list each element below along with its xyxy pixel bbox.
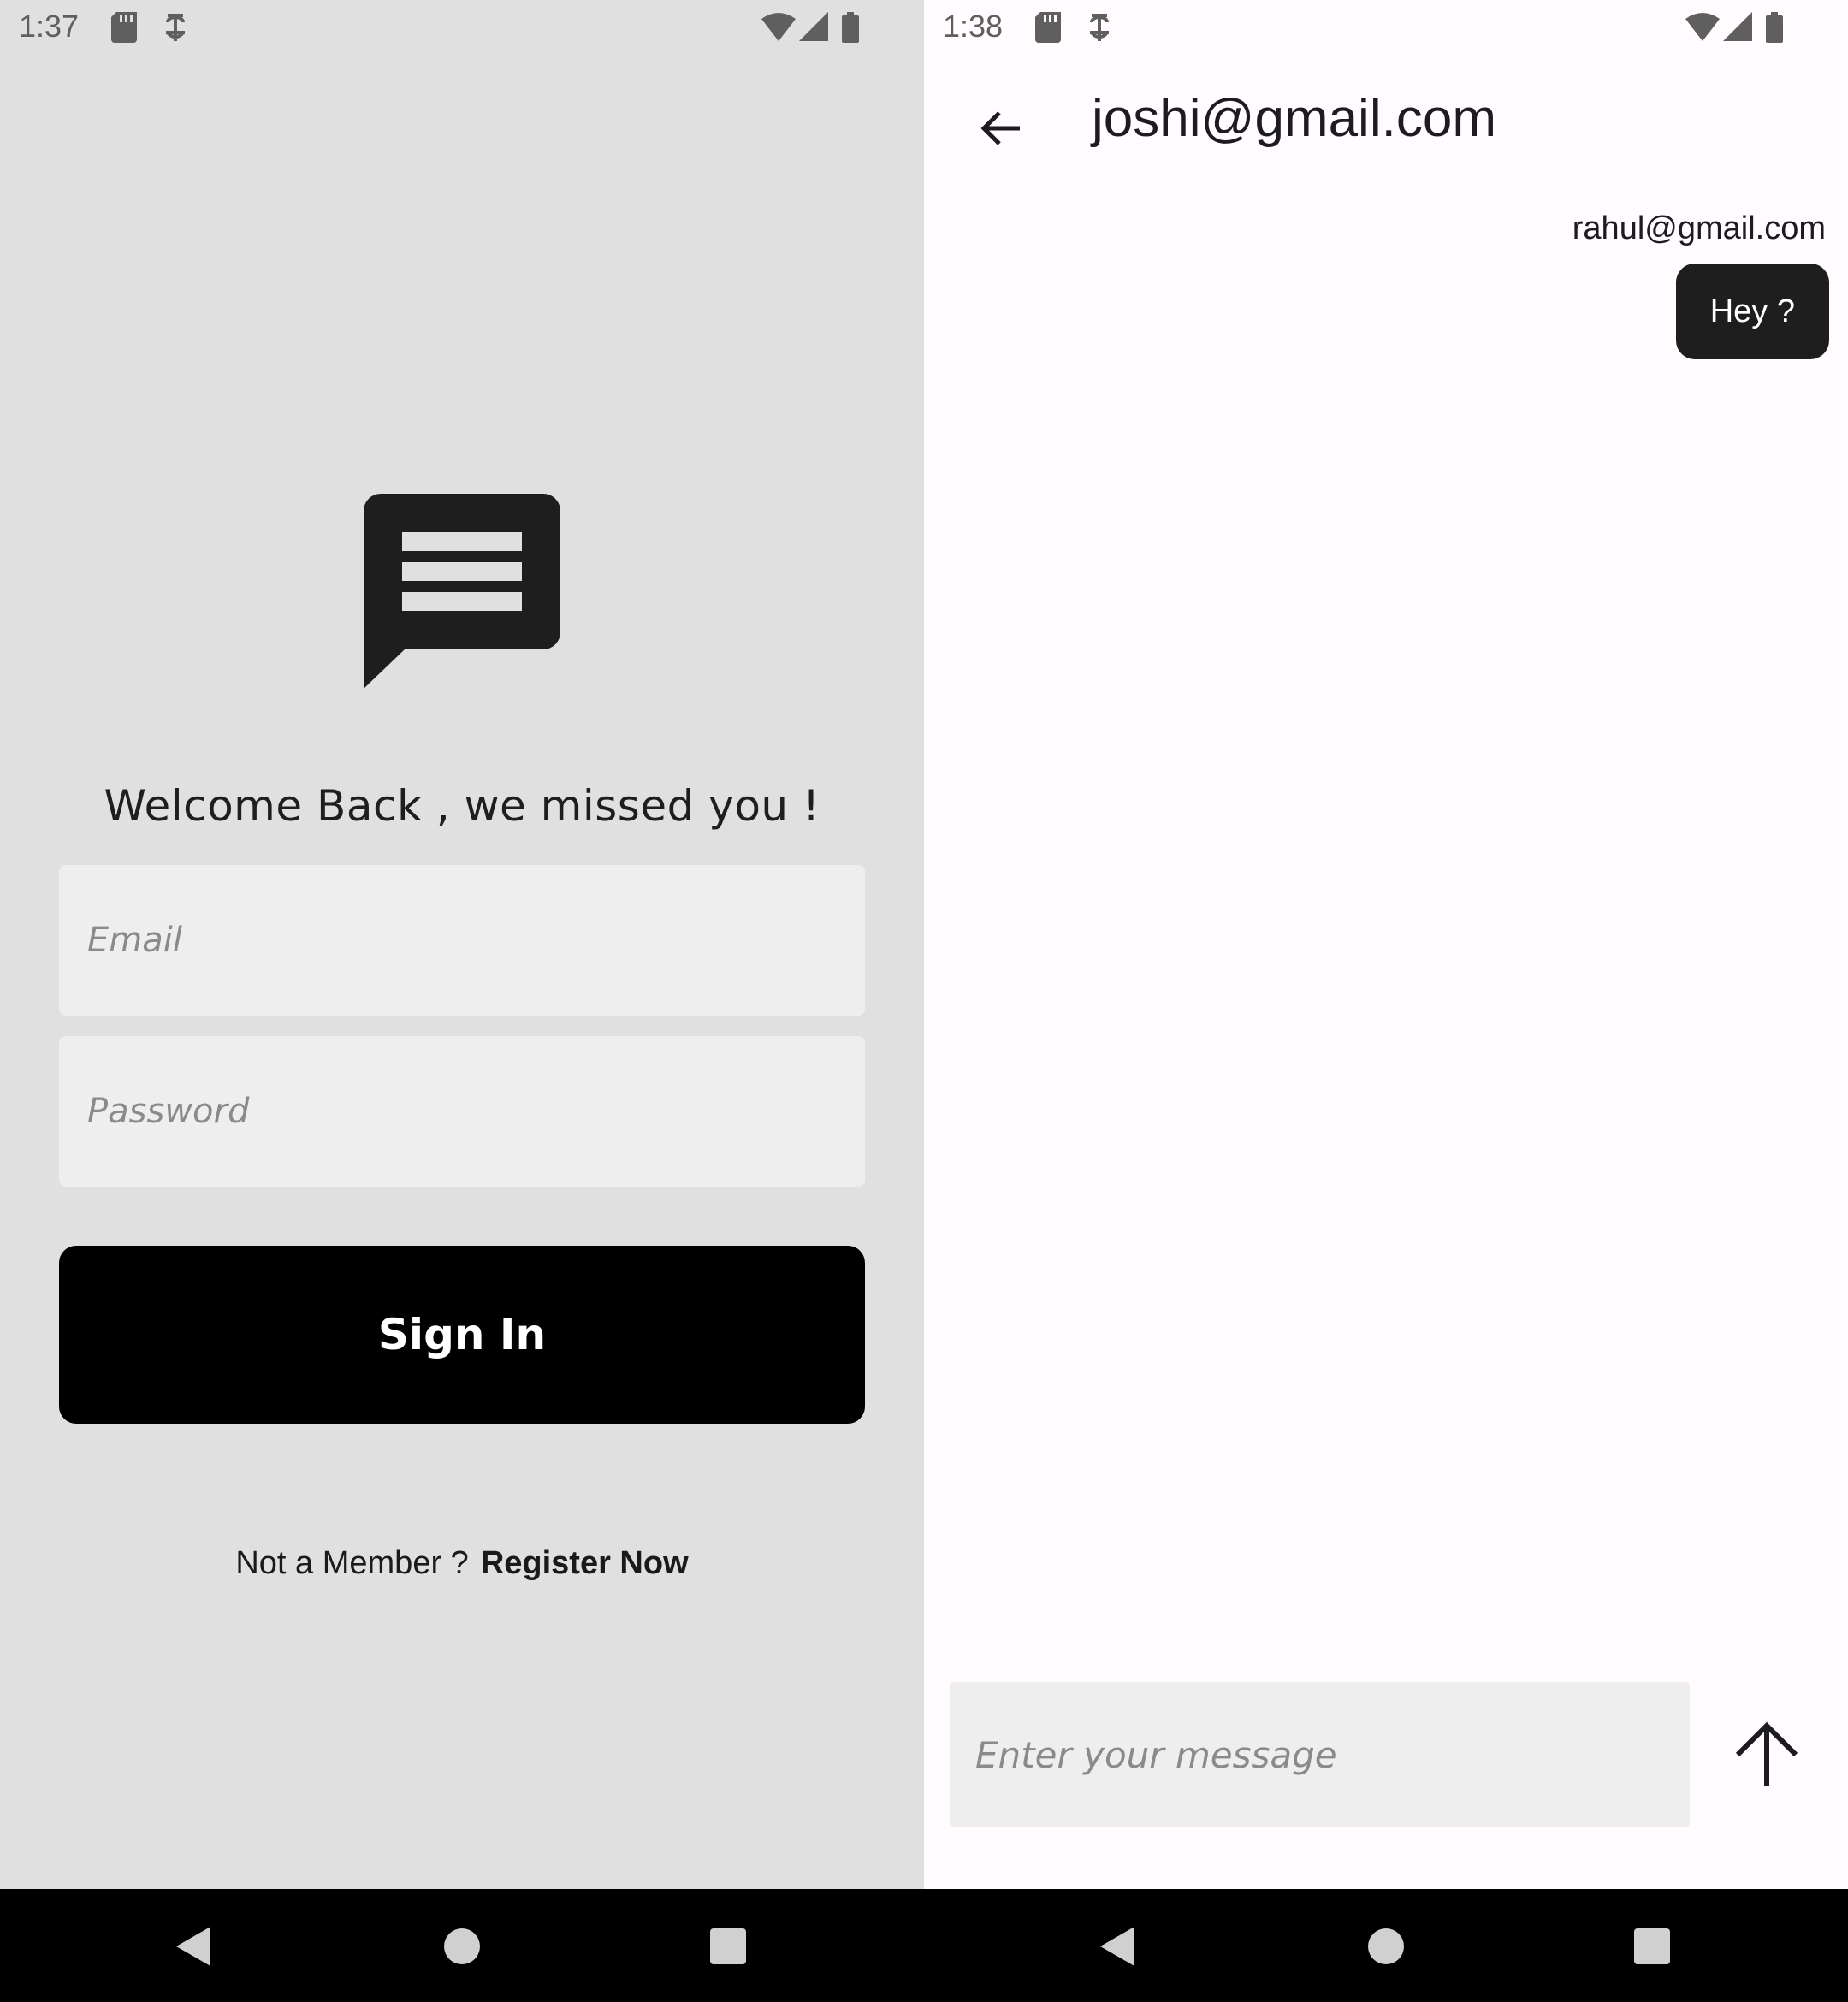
alarm-icon	[166, 14, 185, 41]
signal-icon	[1723, 12, 1752, 41]
alarm-icon	[1090, 14, 1109, 41]
register-row: Not a Member ? Register Now	[0, 1545, 924, 1582]
nav-home-icon[interactable]	[1367, 1925, 1410, 1968]
login-screen: 1:37 Welcome Back , we missed you ! Sign…	[0, 0, 924, 1889]
wifi-icon	[1685, 13, 1720, 41]
status-time: 1:37	[19, 9, 80, 44]
chat-title: joshi@gmail.com	[1092, 89, 1496, 148]
sd-card-icon	[111, 12, 137, 43]
send-button[interactable]	[1720, 1708, 1814, 1802]
battery-icon	[842, 12, 859, 43]
message-input-field[interactable]	[950, 1682, 1690, 1827]
message-sender: rahul@gmail.com	[1572, 210, 1826, 246]
message-input[interactable]	[950, 1682, 1690, 1827]
password-field[interactable]	[59, 1036, 865, 1187]
nav-home-icon[interactable]	[443, 1925, 486, 1968]
nav-back-icon[interactable]	[173, 1925, 216, 1968]
message-bubble: Hey ?	[1675, 264, 1829, 359]
nav-back-icon[interactable]	[1097, 1925, 1140, 1968]
back-button[interactable]	[967, 94, 1035, 163]
welcome-heading: Welcome Back , we missed you !	[104, 781, 820, 831]
wifi-icon	[761, 13, 796, 41]
navigation-bar	[0, 1889, 1848, 2002]
chat-screen: 1:38 joshi@gmail.com rahul@gmail.com Hey…	[924, 0, 1848, 1889]
sd-card-icon	[1035, 12, 1061, 43]
battery-icon	[1766, 12, 1783, 43]
status-bar: 1:37	[0, 0, 924, 56]
email-field[interactable]	[59, 865, 865, 1016]
chat-logo-icon	[364, 494, 560, 689]
nav-recent-icon[interactable]	[710, 1925, 753, 1968]
register-now-link[interactable]: Register Now	[481, 1545, 689, 1581]
email-input[interactable]	[59, 865, 865, 1016]
status-time: 1:38	[943, 9, 1004, 44]
nav-recent-icon[interactable]	[1634, 1925, 1677, 1968]
not-member-text: Not a Member ?	[235, 1545, 469, 1581]
send-arrow-icon	[1735, 1721, 1798, 1786]
sign-in-button[interactable]: Sign In	[59, 1246, 865, 1424]
status-bar: 1:38	[924, 0, 1848, 56]
signal-icon	[799, 12, 828, 41]
password-input[interactable]	[59, 1036, 865, 1187]
back-arrow-icon	[980, 111, 1020, 145]
